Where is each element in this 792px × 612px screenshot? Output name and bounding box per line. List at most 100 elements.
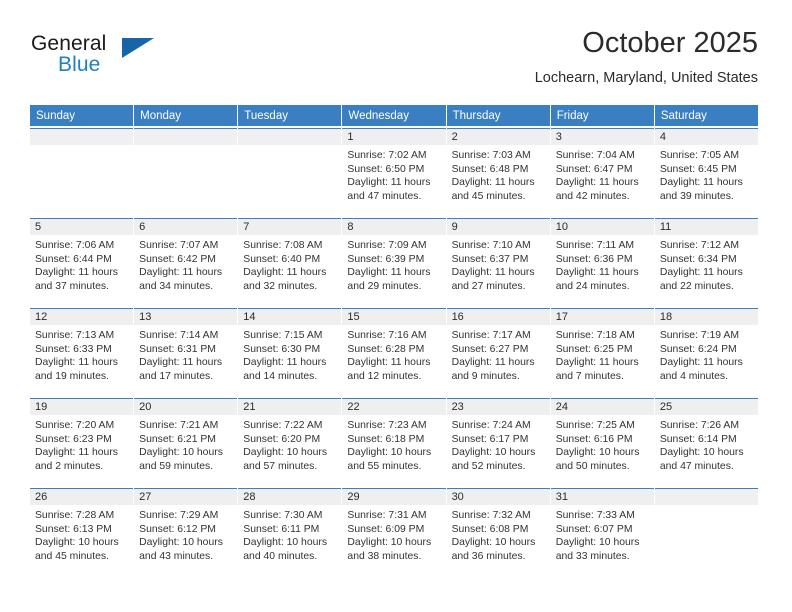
day-number: 2 [446,129,550,145]
calendar-day-cell[interactable]: 9 Sunrise: 7:10 AM Sunset: 6:37 PM Daylight… [446,218,550,306]
daylight-duration-line1: Daylight: 11 hours [659,267,743,279]
sunset-time: Sunset: 6:12 PM [139,523,216,535]
calendar-day-cell[interactable]: 18 Sunrise: 7:19 AM Sunset: 6:24 PM Dayligh… [654,308,758,396]
calendar-page: General Blue October 2025 Lochearn, Mary… [0,0,792,612]
sunset-time: Sunset: 6:42 PM [139,253,216,265]
calendar-day-cell[interactable]: 25 Sunrise: 7:26 AM Sunset: 6:14 PM Dayligh… [654,398,758,486]
logo-text-blue: Blue [58,53,101,76]
daylight-duration-line2: and 43 minutes. [139,550,214,562]
daylight-duration-line2: and 12 minutes. [347,370,422,382]
day-details [238,145,341,151]
sunset-time: Sunset: 6:36 PM [555,253,633,265]
calendar-day-cell[interactable]: 12 Sunrise: 7:13 AM Sunset: 6:33 PM Dayligh… [30,308,134,396]
calendar-day-cell[interactable]: 27 Sunrise: 7:29 AM Sunset: 6:12 PM Dayligh… [134,488,238,576]
day-number: 9 [446,219,550,235]
sunset-time: Sunset: 6:27 PM [451,343,529,355]
day-details: Sunrise: 7:17 AM Sunset: 6:27 PM Daylight:… [447,325,550,385]
daylight-duration-line2: and 57 minutes. [243,460,318,472]
calendar-day-cell[interactable]: 17 Sunrise: 7:18 AM Sunset: 6:25 PM Dayligh… [550,308,654,396]
daylight-duration-line2: and 9 minutes. [451,370,520,382]
daylight-duration-line2: and 40 minutes. [243,550,318,562]
day-details: Sunrise: 7:22 AM Sunset: 6:20 PM Daylight:… [238,415,341,475]
sunset-time: Sunset: 6:28 PM [347,343,425,355]
calendar-day-cell[interactable]: 21 Sunrise: 7:22 AM Sunset: 6:20 PM Dayligh… [238,398,342,486]
calendar-day-cell[interactable]: 22 Sunrise: 7:23 AM Sunset: 6:18 PM Dayligh… [342,398,446,486]
calendar-day-cell[interactable]: 6 Sunrise: 7:07 AM Sunset: 6:42 PM Daylight… [134,218,238,306]
calendar-day-cell-empty [30,128,134,216]
day-number: 27 [134,489,238,505]
weekday-header-wednesday: Wednesday [342,105,446,126]
daylight-duration-line2: and 52 minutes. [451,460,526,472]
sunset-time: Sunset: 6:21 PM [139,433,216,445]
sunrise-time: Sunrise: 7:09 AM [347,240,427,251]
calendar-day-cell[interactable]: 7 Sunrise: 7:08 AM Sunset: 6:40 PM Daylight… [238,218,342,306]
sunrise-time: Sunrise: 7:13 AM [35,330,115,341]
day-details: Sunrise: 7:18 AM Sunset: 6:25 PM Daylight:… [551,325,654,385]
daylight-duration-line1: Daylight: 10 hours [243,537,328,549]
calendar-day-cell[interactable]: 2 Sunrise: 7:03 AM Sunset: 6:48 PM Daylight… [446,128,550,216]
calendar-day-cell[interactable]: 4 Sunrise: 7:05 AM Sunset: 6:45 PM Daylight… [654,128,758,216]
sunrise-time: Sunrise: 7:06 AM [35,240,115,251]
calendar-week-row: 1 Sunrise: 7:02 AM Sunset: 6:50 PM Daylight… [30,128,758,216]
calendar-day-cell[interactable]: 13 Sunrise: 7:14 AM Sunset: 6:31 PM Dayligh… [134,308,238,396]
daylight-duration-line2: and 22 minutes. [659,280,734,292]
calendar-day-cell[interactable]: 19 Sunrise: 7:20 AM Sunset: 6:23 PM Dayligh… [30,398,134,486]
calendar-day-cell[interactable]: 14 Sunrise: 7:15 AM Sunset: 6:30 PM Dayligh… [238,308,342,396]
sunrise-time: Sunrise: 7:22 AM [243,420,323,431]
calendar-day-cell[interactable]: 11 Sunrise: 7:12 AM Sunset: 6:34 PM Dayligh… [654,218,758,306]
calendar-day-cell[interactable]: 1 Sunrise: 7:02 AM Sunset: 6:50 PM Daylight… [342,128,446,216]
weekday-header-friday: Friday [550,105,654,126]
sunrise-sunset-calendar: Sunday Monday Tuesday Wednesday Thursday… [30,105,758,576]
daylight-duration-line1: Daylight: 10 hours [347,447,432,459]
triangle-sail-icon [122,38,154,58]
sunset-time: Sunset: 6:09 PM [347,523,425,535]
sunrise-time: Sunrise: 7:17 AM [451,330,531,341]
daylight-duration-line1: Daylight: 11 hours [555,177,639,189]
daylight-duration-line1: Daylight: 11 hours [139,357,223,369]
day-details: Sunrise: 7:21 AM Sunset: 6:21 PM Daylight:… [134,415,237,475]
page-subtitle: Lochearn, Maryland, United States [534,70,758,86]
day-details: Sunrise: 7:16 AM Sunset: 6:28 PM Daylight:… [342,325,445,385]
day-details: Sunrise: 7:07 AM Sunset: 6:42 PM Daylight:… [134,235,237,295]
sunrise-time: Sunrise: 7:32 AM [451,510,531,521]
day-details: Sunrise: 7:28 AM Sunset: 6:13 PM Daylight:… [30,505,133,565]
sunset-time: Sunset: 6:18 PM [347,433,425,445]
calendar-day-cell[interactable]: 23 Sunrise: 7:24 AM Sunset: 6:17 PM Dayligh… [446,398,550,486]
day-number: 18 [654,309,758,325]
daylight-duration-line1: Daylight: 11 hours [659,177,743,189]
weekday-header-tuesday: Tuesday [238,105,342,126]
page-title: October 2025 [582,27,758,59]
day-number: 5 [30,219,134,235]
sunrise-time: Sunrise: 7:15 AM [243,330,323,341]
calendar-day-cell[interactable]: 10 Sunrise: 7:11 AM Sunset: 6:36 PM Dayligh… [550,218,654,306]
calendar-day-cell[interactable]: 30 Sunrise: 7:32 AM Sunset: 6:08 PM Dayligh… [446,488,550,576]
day-details: Sunrise: 7:13 AM Sunset: 6:33 PM Daylight:… [30,325,133,385]
day-details: Sunrise: 7:20 AM Sunset: 6:23 PM Daylight:… [30,415,133,475]
daylight-duration-line1: Daylight: 11 hours [243,357,327,369]
calendar-day-cell[interactable]: 8 Sunrise: 7:09 AM Sunset: 6:39 PM Daylight… [342,218,446,306]
day-details: Sunrise: 7:05 AM Sunset: 6:45 PM Daylight:… [655,145,758,205]
sunset-time: Sunset: 6:25 PM [555,343,633,355]
calendar-day-cell[interactable]: 5 Sunrise: 7:06 AM Sunset: 6:44 PM Daylight… [30,218,134,306]
calendar-day-cell[interactable]: 15 Sunrise: 7:16 AM Sunset: 6:28 PM Dayligh… [342,308,446,396]
day-details: Sunrise: 7:06 AM Sunset: 6:44 PM Daylight:… [30,235,133,295]
daylight-duration-line1: Daylight: 11 hours [347,177,431,189]
calendar-day-cell[interactable]: 31 Sunrise: 7:33 AM Sunset: 6:07 PM Dayligh… [550,488,654,576]
daylight-duration-line2: and 29 minutes. [347,280,422,292]
calendar-day-cell[interactable]: 3 Sunrise: 7:04 AM Sunset: 6:47 PM Daylight… [550,128,654,216]
calendar-day-cell[interactable]: 26 Sunrise: 7:28 AM Sunset: 6:13 PM Dayligh… [30,488,134,576]
calendar-day-cell[interactable]: 28 Sunrise: 7:30 AM Sunset: 6:11 PM Dayligh… [238,488,342,576]
weekday-header-monday: Monday [134,105,238,126]
sunset-time: Sunset: 6:08 PM [451,523,529,535]
day-number: 10 [550,219,654,235]
sunset-time: Sunset: 6:37 PM [451,253,529,265]
daylight-duration-line2: and 7 minutes. [555,370,624,382]
general-blue-logo[interactable]: General Blue [30,26,160,86]
calendar-day-cell[interactable]: 24 Sunrise: 7:25 AM Sunset: 6:16 PM Dayligh… [550,398,654,486]
daylight-duration-line2: and 14 minutes. [243,370,318,382]
day-details: Sunrise: 7:10 AM Sunset: 6:37 PM Daylight:… [447,235,550,295]
calendar-day-cell[interactable]: 29 Sunrise: 7:31 AM Sunset: 6:09 PM Dayligh… [342,488,446,576]
calendar-day-cell[interactable]: 20 Sunrise: 7:21 AM Sunset: 6:21 PM Dayligh… [134,398,238,486]
day-number: 19 [30,399,134,415]
calendar-day-cell[interactable]: 16 Sunrise: 7:17 AM Sunset: 6:27 PM Dayligh… [446,308,550,396]
